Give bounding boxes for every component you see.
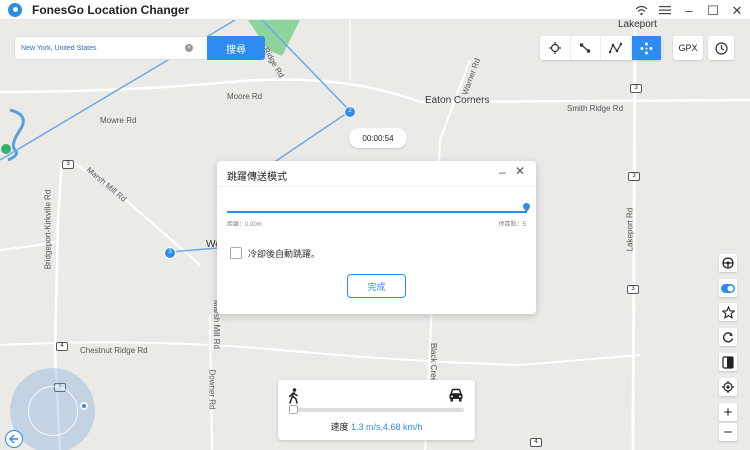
- title-bar: FonesGo Location Changer – ☐ ✕: [0, 0, 750, 20]
- road-label: Mowre Rd: [100, 116, 137, 125]
- route-line-3: [269, 110, 351, 166]
- search-button[interactable]: 搜尋: [207, 36, 265, 60]
- jump-progress-bar: [227, 211, 527, 213]
- minimize-button[interactable]: –: [682, 3, 696, 17]
- route-shield: 3: [62, 160, 74, 169]
- close-button[interactable]: ✕: [730, 3, 744, 17]
- road-label: Lakeport Rd: [625, 207, 635, 252]
- window-controls: – ☐ ✕: [634, 0, 744, 20]
- zoom-out-button[interactable]: −: [719, 423, 737, 441]
- walk-icon[interactable]: [288, 388, 300, 404]
- dialog-divider: [217, 186, 536, 187]
- speed-slider-handle[interactable]: [289, 405, 298, 414]
- crosshair-icon: [548, 42, 561, 54]
- finish-button[interactable]: 完成: [347, 274, 406, 298]
- distance-label: 距離：0.00m: [227, 222, 262, 228]
- waypoint-marker[interactable]: 2: [344, 106, 356, 118]
- arrow-left-icon: [9, 434, 18, 444]
- history-button[interactable]: [708, 36, 734, 60]
- app-title: FonesGo Location Changer: [32, 2, 190, 17]
- auto-jump-checkbox[interactable]: [230, 247, 242, 259]
- town-label: Eaton Corners: [425, 95, 490, 106]
- locate-button[interactable]: [719, 378, 737, 396]
- road-label: Bridgeport-Kirkville Rd: [43, 189, 53, 270]
- poi-marker: [1, 144, 11, 154]
- joystick-ring: [28, 386, 78, 436]
- route-shield: 3: [628, 172, 640, 181]
- route-shield: 3: [627, 285, 639, 294]
- locate-icon: [722, 381, 734, 393]
- waypoint-marker[interactable]: 3: [164, 247, 176, 259]
- toggle-button[interactable]: [719, 279, 737, 297]
- jump-teleport-icon: [640, 42, 653, 54]
- menu-icon[interactable]: [658, 3, 672, 17]
- multi-spot-mode-button[interactable]: [601, 36, 632, 60]
- route-shield: 3: [630, 84, 642, 93]
- multi-spot-icon: [609, 42, 623, 54]
- dialog-minimize-button[interactable]: –: [499, 165, 506, 179]
- auto-jump-label: 冷卻後自動跳躍。: [248, 249, 321, 259]
- two-spot-mode-button[interactable]: [571, 36, 601, 60]
- route-shield: 4: [56, 342, 68, 351]
- app-logo-icon: [8, 2, 22, 17]
- favorite-button[interactable]: [719, 303, 737, 321]
- jump-teleport-dialog: 跳躍傳送模式 – ✕ 距離：0.00m 停靠點：5 冷卻後自動跳躍。 完成: [217, 161, 536, 314]
- route-shield: 4: [530, 438, 542, 447]
- speed-slider-track[interactable]: [290, 408, 464, 412]
- dialog-title: 跳躍傳送模式: [227, 172, 287, 183]
- two-spot-icon: [579, 43, 591, 53]
- clock-icon: [714, 41, 728, 55]
- speed-prefix: 速度: [330, 422, 351, 432]
- speed-value: 1.3 m/s,4.68 km/h: [350, 422, 423, 432]
- speed-text: 速度 1.3 m/s,4.68 km/h: [278, 420, 475, 433]
- search-input[interactable]: [15, 44, 185, 52]
- speed-panel: 速度 1.3 m/s,4.68 km/h: [278, 380, 475, 440]
- toggle-icon: [721, 283, 735, 293]
- location-pin-icon: [523, 203, 530, 212]
- road-label: Chestnut Ridge Rd: [80, 346, 148, 355]
- phone-icon: [722, 355, 734, 369]
- road-label: Moore Rd: [227, 92, 263, 101]
- steering-wheel-icon: [722, 257, 734, 269]
- refresh-button[interactable]: [719, 328, 737, 346]
- stops-label: 停靠點：5: [498, 222, 526, 228]
- gpx-button[interactable]: GPX: [673, 36, 703, 60]
- town-label: Lakeport: [618, 20, 657, 30]
- back-button[interactable]: [5, 430, 23, 448]
- maximize-button[interactable]: ☐: [706, 3, 720, 17]
- refresh-icon: [723, 332, 734, 343]
- mode-toolbar: [540, 36, 662, 60]
- clear-icon[interactable]: ×: [185, 44, 193, 52]
- search-box: ×: [14, 36, 208, 60]
- dialog-close-button[interactable]: ✕: [515, 164, 525, 178]
- steering-wheel-button[interactable]: [719, 254, 737, 272]
- teleport-mode-button[interactable]: [540, 36, 571, 60]
- device-button[interactable]: [719, 353, 737, 371]
- timer-display: 00:00:54: [349, 128, 407, 148]
- river: [7, 108, 25, 162]
- wifi-icon[interactable]: [634, 3, 648, 17]
- zoom-in-button[interactable]: +: [719, 403, 737, 421]
- joystick-handle[interactable]: [80, 402, 88, 410]
- road-label: Downer Rd: [207, 369, 217, 410]
- jump-teleport-mode-button[interactable]: [631, 36, 662, 60]
- star-icon: [721, 305, 735, 319]
- car-icon[interactable]: [448, 387, 464, 403]
- road-label: Smith Ridge Rd: [567, 104, 624, 113]
